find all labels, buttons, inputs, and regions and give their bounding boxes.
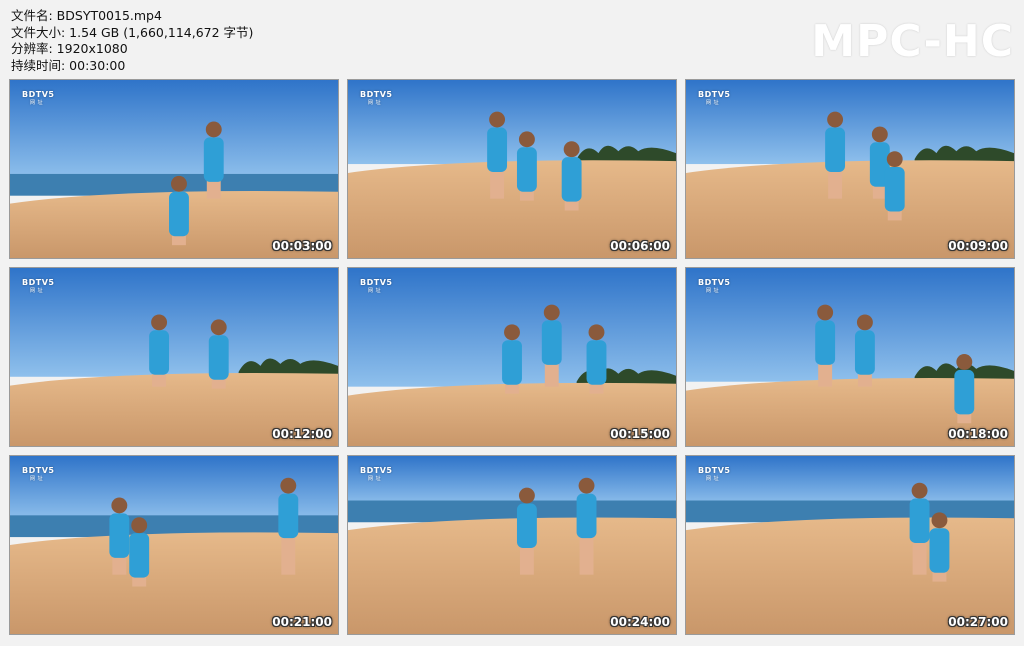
channel-watermark: BDTV5 网 址 xyxy=(360,466,393,482)
filename-line: 文件名: BDSYT0015.mp4 xyxy=(11,8,162,23)
thumbnail: BDTV5 网 址 00:24:00 xyxy=(347,455,677,635)
timestamp: 00:03:00 xyxy=(272,239,332,253)
person xyxy=(929,512,950,582)
thumbnail: BDTV5 网 址 00:06:00 xyxy=(347,79,677,259)
person xyxy=(208,319,229,389)
thumbnail: BDTV5 网 址 00:21:00 xyxy=(9,455,339,635)
thumbnail: BDTV5 网 址 00:15:00 xyxy=(347,267,677,447)
frame-image xyxy=(686,456,1014,634)
frame-image xyxy=(348,268,676,446)
timestamp: 00:24:00 xyxy=(610,615,670,629)
person xyxy=(586,324,607,394)
frame-image xyxy=(10,268,338,446)
person xyxy=(502,324,522,394)
frame-image xyxy=(10,456,338,634)
channel-watermark: BDTV5 网 址 xyxy=(360,278,393,294)
frame-image xyxy=(686,268,1014,446)
timestamp: 00:27:00 xyxy=(948,615,1008,629)
channel-watermark: BDTV5 网 址 xyxy=(698,466,731,482)
person xyxy=(884,151,905,221)
thumbnail: BDTV5 网 址 00:09:00 xyxy=(685,79,1015,259)
channel-watermark: BDTV5 网 址 xyxy=(22,466,55,482)
timestamp: 00:06:00 xyxy=(610,239,670,253)
timestamp: 00:09:00 xyxy=(948,239,1008,253)
channel-watermark: BDTV5 网 址 xyxy=(698,278,731,294)
thumbnail: BDTV5 网 址 00:27:00 xyxy=(685,455,1015,635)
sky xyxy=(10,80,338,179)
timestamp: 00:12:00 xyxy=(272,427,332,441)
person xyxy=(203,121,224,199)
person xyxy=(149,314,170,387)
mpc-hc-logo: MPC-HC xyxy=(811,16,1014,67)
channel-watermark: BDTV5 网 址 xyxy=(360,90,393,106)
sky xyxy=(348,456,676,506)
frame-image xyxy=(10,80,338,258)
person xyxy=(954,354,975,424)
person xyxy=(516,131,537,201)
sky xyxy=(686,456,1014,506)
person xyxy=(169,175,189,246)
frame-image xyxy=(348,80,676,258)
frame-image xyxy=(686,80,1014,258)
thumbnail-grid: BDTV5 网 址 00:03:00 BDTV5 网 址 00:06:00 BDTV… xyxy=(9,79,1015,635)
channel-watermark: BDTV5 网 址 xyxy=(22,90,55,106)
channel-watermark: BDTV5 网 址 xyxy=(698,90,731,106)
person xyxy=(129,517,150,587)
person xyxy=(561,141,582,211)
timestamp: 00:18:00 xyxy=(948,427,1008,441)
timestamp: 00:21:00 xyxy=(272,615,332,629)
duration-line: 持续时间: 00:30:00 xyxy=(11,57,126,73)
resolution-line: 分辨率: 1920x1080 xyxy=(11,41,128,56)
thumbnail: BDTV5 网 址 00:03:00 xyxy=(9,79,339,259)
frame-image xyxy=(348,456,676,634)
filesize-line: 文件大小: 1.54 GB (1,660,114,672 字节) xyxy=(11,24,254,40)
timestamp: 00:15:00 xyxy=(610,427,670,441)
thumbnail: BDTV5 网 址 00:12:00 xyxy=(9,267,339,447)
file-info: 文件名: BDSYT0015.mp4 文件大小: 1.54 GB (1,660,… xyxy=(11,8,253,74)
thumbnail: BDTV5 网 址 00:18:00 xyxy=(685,267,1015,447)
channel-watermark: BDTV5 网 址 xyxy=(22,278,55,294)
